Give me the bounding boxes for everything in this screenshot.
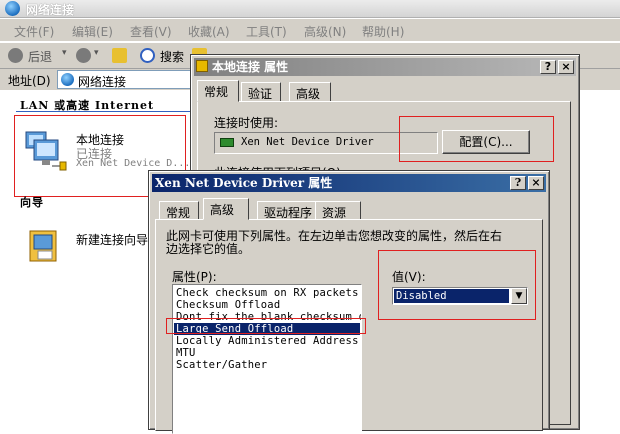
list-item[interactable]: Scatter/Gather	[176, 359, 267, 371]
menu-view[interactable]: 查看(V)	[130, 23, 172, 40]
network-connection-icon	[196, 60, 208, 72]
back-dropdown-icon[interactable]: ▾	[62, 48, 67, 58]
list-item[interactable]: Locally Administered Address	[176, 335, 359, 347]
menu-tools[interactable]: 工具(T)	[246, 23, 287, 40]
tab-authentication[interactable]: 验证	[241, 82, 281, 102]
menu-advanced[interactable]: 高级(N)	[304, 23, 346, 40]
explorer-title: 网络连接	[26, 3, 75, 17]
list-item[interactable]: MTU	[176, 347, 196, 359]
address-label: 地址(D)	[8, 74, 51, 88]
list-item[interactable]: Check checksum on RX packets	[176, 287, 359, 299]
help-button[interactable]: ?	[540, 60, 556, 74]
annotation-box-large-send	[166, 318, 366, 334]
section-divider	[16, 111, 190, 112]
device-name: Xen Net Device Driver	[241, 136, 374, 148]
tab-general[interactable]: 常规	[197, 80, 239, 102]
search-button[interactable]: 搜索	[160, 48, 184, 65]
help-button[interactable]: ?	[510, 176, 526, 190]
tab-driver[interactable]: 驱动程序	[257, 201, 319, 221]
driver-dialog-title: Xen Net Device Driver 属性	[155, 176, 333, 190]
property-list[interactable]: Check checksum on RX packets Checksum Of…	[172, 284, 362, 434]
forward-dropdown-icon[interactable]: ▾	[94, 48, 99, 58]
local-dialog-title: 本地连接 属性	[212, 60, 289, 74]
section-wizard-header: 向导	[20, 196, 44, 209]
annotation-box-value	[378, 250, 536, 320]
new-connection-wizard-icon[interactable]	[24, 225, 64, 269]
close-button[interactable]: ×	[528, 176, 544, 190]
tab-advanced[interactable]: 高级	[289, 82, 331, 102]
menu-file[interactable]: 文件(F)	[14, 23, 54, 40]
network-card-icon	[220, 138, 234, 147]
up-folder-icon[interactable]	[112, 48, 127, 63]
menu-edit[interactable]: 编辑(E)	[72, 23, 113, 40]
tab-resources[interactable]: 资源	[315, 201, 361, 221]
property-label: 属性(P):	[172, 270, 217, 284]
back-arrow-icon[interactable]	[8, 48, 23, 63]
tab-general[interactable]: 常规	[159, 201, 199, 221]
driver-dialog-title-bar: Xen Net Device Driver 属性 ? ×	[152, 174, 546, 192]
annotation-box-configure	[399, 116, 554, 162]
wizard-item-label[interactable]: 新建连接向导	[76, 231, 148, 248]
menu-bar: 文件(F) 编辑(E) 查看(V) 收藏(A) 工具(T) 高级(N) 帮助(H…	[0, 19, 620, 41]
network-globe-icon	[61, 73, 74, 86]
search-icon[interactable]	[140, 48, 155, 63]
address-input[interactable]: 网络连接	[57, 70, 197, 89]
tab-advanced[interactable]: 高级	[203, 198, 249, 220]
explorer-title-bar: 网络连接	[0, 0, 620, 18]
network-globe-icon	[5, 1, 20, 16]
menu-favorites[interactable]: 收藏(A)	[188, 23, 230, 40]
close-button[interactable]: ×	[558, 60, 574, 74]
local-dialog-title-bar: 本地连接 属性 ? ×	[194, 58, 576, 76]
connect-using-label: 连接时使用:	[214, 116, 279, 130]
back-button[interactable]: 后退	[28, 48, 52, 65]
address-value: 网络连接	[78, 75, 127, 89]
list-item[interactable]: Checksum Offload	[176, 299, 280, 311]
menu-help[interactable]: 帮助(H)	[362, 23, 404, 40]
forward-arrow-icon[interactable]	[76, 48, 91, 63]
